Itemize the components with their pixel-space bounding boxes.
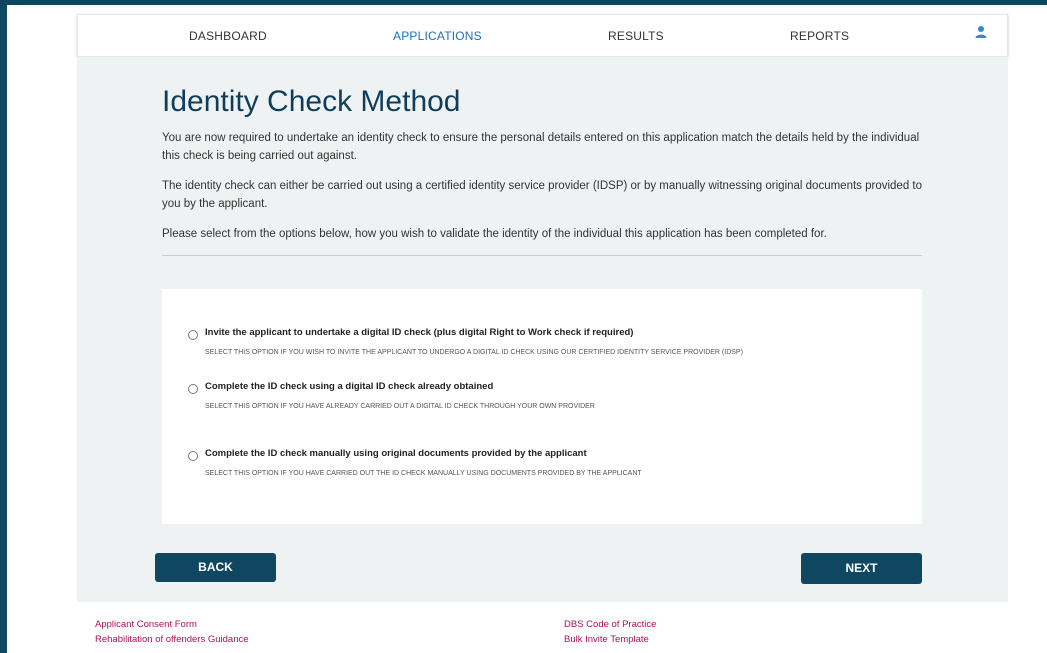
window-left-border [0,0,7,653]
radio-invite-digital-id[interactable] [188,330,198,340]
nav-dashboard[interactable]: DASHBOARD [189,15,267,58]
main-content: Identity Check Method You are now requir… [77,57,1008,602]
next-button[interactable]: NEXT [801,553,922,584]
option-label[interactable]: Complete the ID check manually using ori… [205,448,587,459]
intro-paragraph-3: Please select from the options below, ho… [162,228,827,240]
top-navigation: DASHBOARD APPLICATIONS RESULTS REPORTS [77,14,1008,57]
footer-link-consent-form[interactable]: Applicant Consent Form [95,619,197,630]
options-card: Invite the applicant to undertake a digi… [162,289,922,524]
page-title: Identity Check Method [162,85,461,118]
section-divider [162,255,922,256]
option-help-text: SELECT THIS OPTION IF YOU HAVE ALREADY C… [205,403,595,410]
option-help-text: SELECT THIS OPTION IF YOU WISH TO INVITE… [205,349,743,356]
option-help-text: SELECT THIS OPTION IF YOU HAVE CARRIED O… [205,470,642,477]
footer-link-code-of-practice[interactable]: DBS Code of Practice [564,619,656,630]
footer-link-bulk-invite-template[interactable]: Bulk Invite Template [564,634,649,645]
radio-existing-digital-id[interactable] [188,384,198,394]
intro-paragraph-2: The identity check can either be carried… [162,180,923,210]
nav-reports[interactable]: REPORTS [790,15,849,58]
footer-link-rehabilitation-guidance[interactable]: Rehabilitation of offenders Guidance [95,634,249,645]
option-label[interactable]: Complete the ID check using a digital ID… [205,381,493,392]
option-label[interactable]: Invite the applicant to undertake a digi… [205,327,633,338]
user-icon[interactable] [975,25,987,39]
intro-paragraph-1: You are now required to undertake an ide… [162,132,920,162]
radio-manual-documents[interactable] [188,451,198,461]
nav-results[interactable]: RESULTS [608,15,664,58]
back-button[interactable]: BACK [155,553,276,582]
nav-applications[interactable]: APPLICATIONS [393,15,482,58]
